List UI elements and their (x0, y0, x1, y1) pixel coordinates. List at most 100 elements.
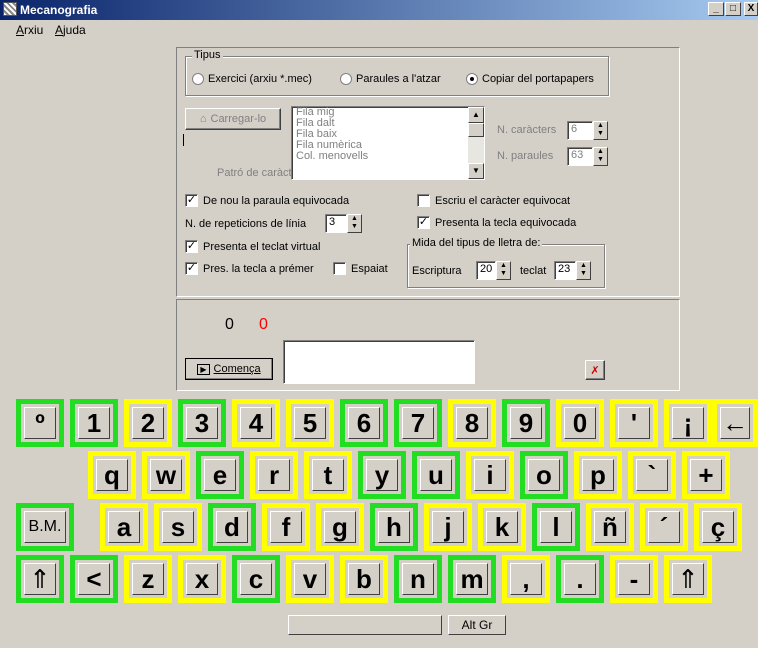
key-less-than[interactable]: < (70, 555, 118, 603)
key-u[interactable]: u (412, 451, 460, 499)
key-period[interactable]: . (556, 555, 604, 603)
key-ordinal[interactable]: º (16, 399, 64, 447)
radio-exercici[interactable]: Exercici (arxiu *.mec) (192, 73, 312, 85)
key-apostrophe[interactable]: ' (610, 399, 658, 447)
line-repeats-value[interactable]: 3 (325, 214, 347, 233)
spin-arrows-icon[interactable]: ▲ ▼ (576, 261, 591, 280)
key-y[interactable]: y (358, 451, 406, 499)
n-words-value[interactable]: 63 (567, 147, 593, 166)
key-5[interactable]: 5 (286, 399, 334, 447)
left-shift-key[interactable]: ⇑ (16, 555, 64, 603)
close-button[interactable]: X (744, 2, 758, 16)
typing-input[interactable] (283, 340, 475, 384)
key-i[interactable]: i (466, 451, 514, 499)
key-z[interactable]: z (124, 555, 172, 603)
check-show-keyboard[interactable]: ✓ Presenta el teclat virtual (185, 240, 320, 253)
checkbox[interactable] (333, 262, 346, 275)
space-key[interactable] (288, 615, 442, 635)
key-7[interactable]: 7 (394, 399, 442, 447)
backspace-key[interactable]: ← (712, 399, 758, 447)
keyboard-size-spinner[interactable]: 23 ▲ ▼ (554, 261, 591, 280)
key-x[interactable]: x (178, 555, 226, 603)
key-s[interactable]: s (154, 503, 202, 551)
key-c-cedilla[interactable]: ç (694, 503, 742, 551)
key-f[interactable]: f (262, 503, 310, 551)
maximize-button[interactable]: □ (725, 2, 741, 16)
key-2[interactable]: 2 (124, 399, 172, 447)
scroll-thumb[interactable] (468, 123, 484, 137)
line-repeats-spinner[interactable]: 3 ▲ ▼ (325, 214, 362, 233)
checkbox[interactable]: ✓ (185, 240, 198, 253)
check-show-key-to-press[interactable]: ✓ Pres. la tecla a prémer (185, 262, 314, 275)
menu-ajuda[interactable]: Ajuda (55, 23, 86, 37)
spin-arrows-icon[interactable]: ▲ ▼ (496, 261, 511, 280)
key-comma[interactable]: , (502, 555, 550, 603)
key-g[interactable]: g (316, 503, 364, 551)
radio-exercici-dot[interactable] (192, 73, 204, 85)
key-1[interactable]: 1 (70, 399, 118, 447)
key-c[interactable]: c (232, 555, 280, 603)
caps-lock-key[interactable]: B.M. (16, 503, 74, 551)
key-0[interactable]: 0 (556, 399, 604, 447)
checkbox[interactable]: ✓ (185, 262, 198, 275)
key-l[interactable]: l (532, 503, 580, 551)
key-v[interactable]: v (286, 555, 334, 603)
right-shift-key[interactable]: ⇑ (664, 555, 712, 603)
n-words-spinner[interactable]: 63 ▲ ▼ (567, 147, 608, 166)
spin-arrows-icon[interactable]: ▲ ▼ (593, 147, 608, 166)
key-grave[interactable]: ` (628, 451, 676, 499)
writing-size-value[interactable]: 20 (476, 261, 496, 280)
key-3[interactable]: 3 (178, 399, 226, 447)
spin-arrows-icon[interactable]: ▲ ▼ (347, 214, 362, 233)
n-chars-spinner[interactable]: 6 ▲ ▼ (567, 121, 608, 140)
start-button[interactable]: ▶ Comença (185, 358, 273, 380)
check-write-wrong-char[interactable]: Escriu el caràcter equivocat (417, 194, 570, 207)
checkbox[interactable]: ✓ (417, 216, 430, 229)
scroll-down-icon[interactable]: ▼ (468, 163, 484, 179)
writing-size-spinner[interactable]: 20 ▲ ▼ (476, 261, 511, 280)
check-repeat-wrong-word[interactable]: ✓ De nou la paraula equivocada (185, 194, 349, 207)
scroll-up-icon[interactable]: ▲ (468, 107, 484, 123)
spin-arrows-icon[interactable]: ▲ ▼ (593, 121, 608, 140)
check-show-wrong-key[interactable]: ✓ Presenta la tecla equivocada (417, 216, 576, 229)
checkbox[interactable]: ✓ (185, 194, 198, 207)
pattern-list[interactable]: Fila mig Fila dalt Fila baix Fila numèri… (291, 106, 485, 180)
key-inverted-exclamation[interactable]: ¡ (664, 399, 712, 447)
list-scrollbar[interactable]: ▲ ▼ (468, 107, 484, 179)
key-9[interactable]: 9 (502, 399, 550, 447)
check-spaced[interactable]: Espaiat (333, 262, 388, 275)
key-8[interactable]: 8 (448, 399, 496, 447)
key-w[interactable]: w (142, 451, 190, 499)
key-j[interactable]: j (424, 503, 472, 551)
key-k[interactable]: k (478, 503, 526, 551)
altgr-key[interactable]: Alt Gr (448, 615, 506, 635)
key-minus[interactable]: - (610, 555, 658, 603)
key-t[interactable]: t (304, 451, 352, 499)
exit-icon[interactable]: ✗ (585, 360, 605, 380)
radio-portapapers-dot[interactable] (466, 73, 478, 85)
key-n-tilde[interactable]: ñ (586, 503, 634, 551)
key-p[interactable]: p (574, 451, 622, 499)
keyboard-size-value[interactable]: 23 (554, 261, 576, 280)
checkbox[interactable] (417, 194, 430, 207)
key-a[interactable]: a (100, 503, 148, 551)
load-button[interactable]: ⌂ Carregar-lo (185, 108, 281, 130)
key-b[interactable]: b (340, 555, 388, 603)
key-h[interactable]: h (370, 503, 418, 551)
list-item[interactable]: Col. menovells (292, 151, 484, 162)
key-d[interactable]: d (208, 503, 256, 551)
n-chars-value[interactable]: 6 (567, 121, 593, 140)
minimize-button[interactable]: _ (708, 2, 724, 16)
key-6[interactable]: 6 (340, 399, 388, 447)
key-o[interactable]: o (520, 451, 568, 499)
radio-paraules[interactable]: Paraules a l'atzar (340, 73, 441, 85)
key-plus[interactable]: + (682, 451, 730, 499)
key-e[interactable]: e (196, 451, 244, 499)
key-acute[interactable]: ´ (640, 503, 688, 551)
radio-paraules-dot[interactable] (340, 73, 352, 85)
radio-portapapers[interactable]: Copiar del portapapers (466, 73, 594, 85)
key-r[interactable]: r (250, 451, 298, 499)
menu-arxiu[interactable]: Arxiu (16, 23, 43, 37)
key-m[interactable]: m (448, 555, 496, 603)
key-n[interactable]: n (394, 555, 442, 603)
